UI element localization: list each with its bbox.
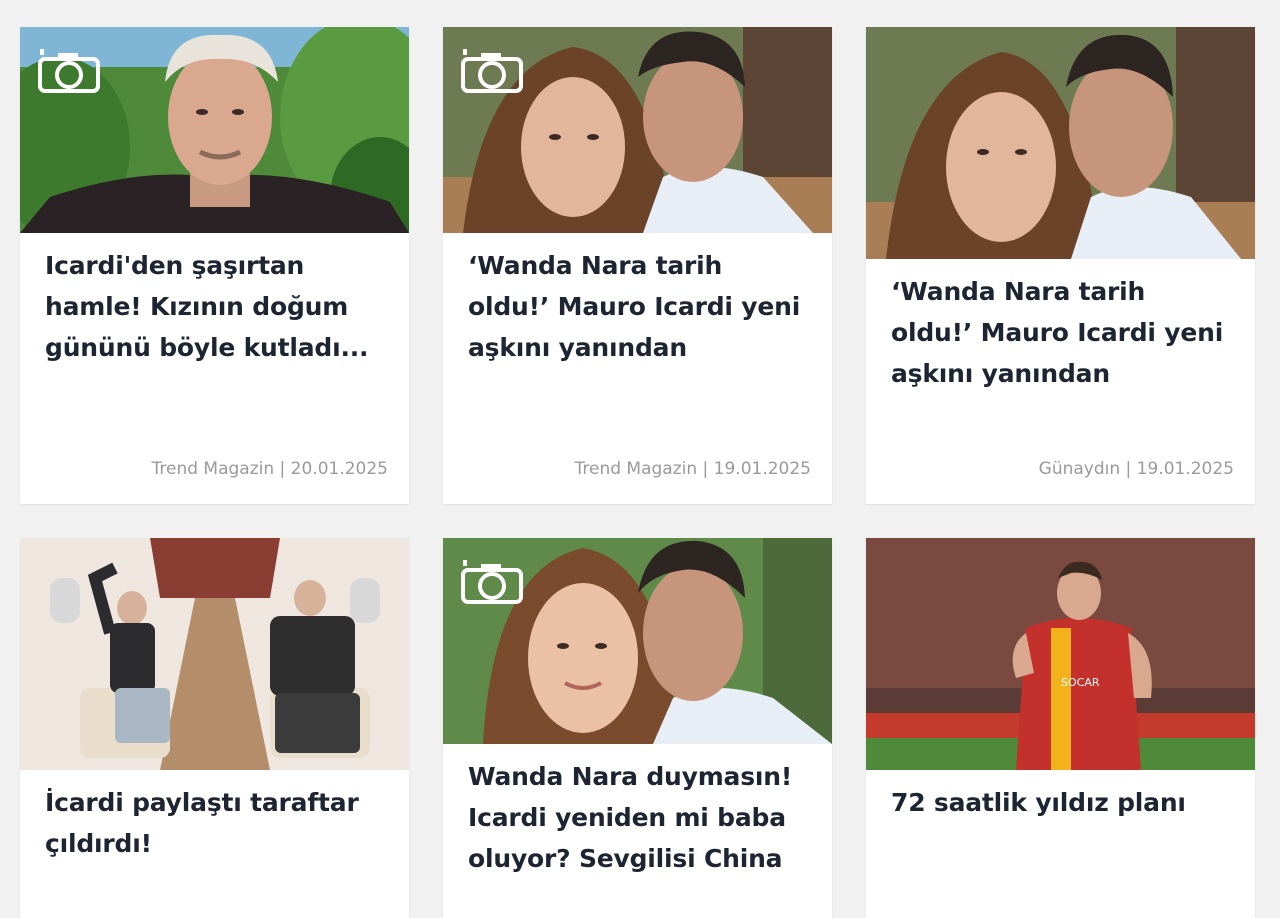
- news-headline[interactable]: ‘Wanda Nara tarih oldu!’ Mauro Icardi ye…: [443, 233, 832, 368]
- jet-cabin-photo: [20, 538, 409, 770]
- gallery-camera-icon: [461, 47, 525, 95]
- news-thumbnail[interactable]: [443, 27, 832, 233]
- news-headline[interactable]: Wanda Nara duymasın! Icardi yeniden mi b…: [443, 744, 832, 879]
- couple-photo: [866, 27, 1255, 259]
- news-headline[interactable]: Icardi'den şaşırtan hamle! Kızının doğum…: [20, 233, 409, 368]
- gallery-camera-icon: [461, 558, 525, 606]
- news-thumbnail[interactable]: [20, 538, 409, 770]
- gallery-camera-icon: [38, 47, 102, 95]
- news-headline[interactable]: 72 saatlik yıldız planı: [866, 770, 1255, 823]
- news-thumbnail[interactable]: [866, 27, 1255, 259]
- news-source-date: Trend Magazin | 19.01.2025: [574, 459, 811, 479]
- news-thumbnail[interactable]: SOCAR: [866, 538, 1255, 770]
- news-headline[interactable]: ‘Wanda Nara tarih oldu!’ Mauro Icardi ye…: [866, 259, 1255, 394]
- news-source-date: Günaydın | 19.01.2025: [1038, 459, 1234, 479]
- svg-text:SOCAR: SOCAR: [1061, 676, 1100, 689]
- news-thumbnail[interactable]: [20, 27, 409, 233]
- news-headline[interactable]: İcardi paylaştı taraftar çıldırdı!: [20, 770, 409, 864]
- footballer-photo: SOCAR: [866, 538, 1255, 770]
- news-card[interactable]: Wanda Nara duymasın! Icardi yeniden mi b…: [443, 538, 832, 918]
- news-card[interactable]: SOCAR 72 saatlik yıldız planı: [866, 538, 1255, 918]
- news-card[interactable]: İcardi paylaştı taraftar çıldırdı!: [20, 538, 409, 918]
- news-source-date: Trend Magazin | 20.01.2025: [151, 459, 388, 479]
- news-card[interactable]: Icardi'den şaşırtan hamle! Kızının doğum…: [20, 27, 409, 504]
- news-thumbnail[interactable]: [443, 538, 832, 744]
- news-card[interactable]: ‘Wanda Nara tarih oldu!’ Mauro Icardi ye…: [443, 27, 832, 504]
- news-card[interactable]: ‘Wanda Nara tarih oldu!’ Mauro Icardi ye…: [866, 27, 1255, 504]
